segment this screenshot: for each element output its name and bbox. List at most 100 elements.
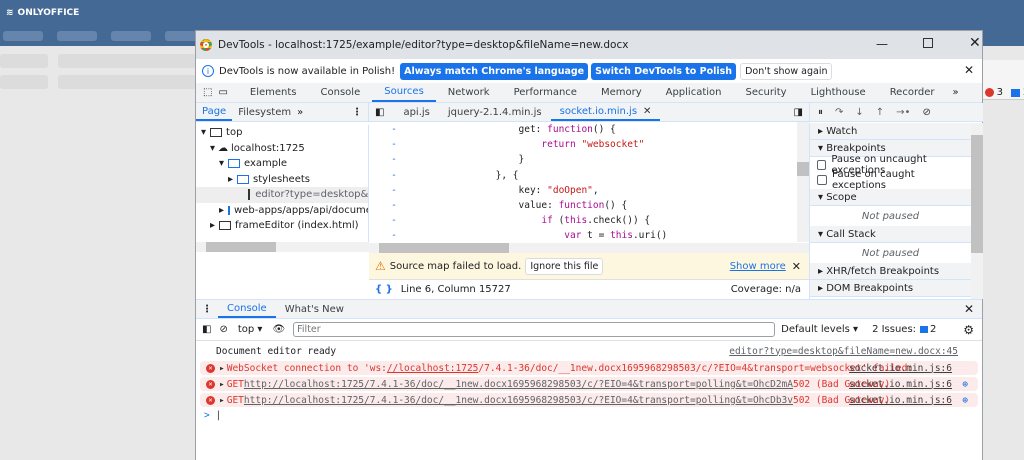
- network-request-icon[interactable]: ⊕: [962, 395, 968, 406]
- tab-memory[interactable]: Memory: [589, 83, 654, 102]
- line-marker[interactable]: -: [369, 139, 419, 154]
- line-marker[interactable]: -: [369, 200, 419, 215]
- dont-show-again-button[interactable]: Don't show again: [740, 62, 833, 80]
- line-marker[interactable]: -: [369, 215, 419, 230]
- dom-breakpoints-section[interactable]: ▸ DOM Breakpoints: [810, 280, 971, 297]
- code-editor[interactable]: ---------- get: function() { return "web…: [369, 122, 809, 253]
- step-into-icon[interactable]: ↓: [855, 107, 863, 118]
- more-icon[interactable]: »: [297, 107, 303, 118]
- console-error-entry[interactable]: ✕ ▸ GET http://localhost:1725/7.4.1-36/doc…: [200, 393, 978, 407]
- error-url-link[interactable]: http://localhost:1725/7.4.1-36/doc/__1ne…: [244, 379, 793, 390]
- console-settings-icon[interactable]: ⚙: [963, 323, 974, 337]
- tree-item-web-apps[interactable]: ▸ web-apps/apps/api/document: [196, 203, 368, 219]
- live-expression-icon[interactable]: 👁: [272, 324, 285, 335]
- tab-elements[interactable]: Elements: [238, 83, 309, 102]
- line-marker[interactable]: -: [369, 154, 419, 169]
- tree-item-top[interactable]: ▾ top: [196, 125, 368, 141]
- filter-input[interactable]: [293, 322, 776, 337]
- tab-recorder[interactable]: Recorder: [878, 83, 947, 102]
- clear-console-icon[interactable]: ⊘: [219, 324, 227, 335]
- title-bar: DevTools - localhost:1725/example/editor…: [196, 31, 982, 59]
- tree-item-stylesheets[interactable]: ▸ stylesheets: [196, 172, 368, 188]
- context-selector[interactable]: top ▾: [238, 324, 263, 335]
- step-icon[interactable]: →•: [896, 107, 910, 118]
- tree-item-localhost[interactable]: ▾ ☁ localhost:1725: [196, 141, 368, 157]
- issues-counter[interactable]: 2: [1011, 87, 1024, 98]
- navigator-menu-icon[interactable]: ⋮: [352, 107, 362, 118]
- drawer-menu-icon[interactable]: ⋮: [202, 304, 212, 315]
- debugger-scrollbar[interactable]: [971, 123, 983, 299]
- line-marker[interactable]: -: [369, 185, 419, 200]
- log-source-link[interactable]: editor?type=desktop&fileName=new.docx:45: [729, 346, 958, 357]
- tab-sources[interactable]: Sources: [372, 83, 436, 102]
- drawer-tab-whats-new[interactable]: What's New: [276, 300, 353, 318]
- navigator-hscroll[interactable]: [196, 242, 369, 252]
- horizontal-scrollbar[interactable]: [369, 243, 809, 253]
- drawer-tab-console[interactable]: Console: [218, 300, 276, 318]
- xhr-breakpoints-section[interactable]: ▸ XHR/fetch Breakpoints: [810, 263, 971, 280]
- minimize-icon[interactable]: —: [876, 37, 888, 51]
- close-drawer-icon[interactable]: ✕: [964, 302, 974, 316]
- network-request-icon[interactable]: ⊕: [962, 379, 968, 390]
- more-tabs-icon[interactable]: »: [953, 87, 959, 98]
- tab-filesystem[interactable]: Filesystem: [232, 103, 297, 121]
- editor-tab-jquery[interactable]: jquery-2.1.4.min.js: [439, 103, 551, 121]
- close-tab-icon[interactable]: ✕: [643, 106, 651, 117]
- close-warning-icon[interactable]: ✕: [792, 260, 801, 273]
- console-prompt[interactable]: > |: [196, 410, 982, 421]
- call-stack-section[interactable]: ▾ Call Stack: [810, 226, 971, 243]
- show-more-link[interactable]: Show more: [730, 261, 786, 272]
- console-error-entry[interactable]: ✕ ▸ GET http://localhost:1725/7.4.1-36/doc…: [200, 377, 978, 391]
- device-toolbar-icon[interactable]: ▭: [218, 87, 227, 98]
- close-infobar-icon[interactable]: ✕: [964, 63, 974, 77]
- error-url-link[interactable]: http://localhost:1725/7.4.1-36/doc/__1ne…: [244, 395, 793, 406]
- layers-icon: ≋: [6, 8, 14, 18]
- deactivate-breakpoints-icon[interactable]: ⊘: [922, 107, 930, 118]
- vertical-scrollbar[interactable]: [797, 122, 809, 242]
- toggle-navigator-icon[interactable]: ◧: [375, 107, 384, 118]
- step-over-icon[interactable]: ↷: [835, 107, 843, 118]
- tab-application[interactable]: Application: [654, 83, 734, 102]
- always-match-language-button[interactable]: Always match Chrome's language: [400, 62, 589, 80]
- step-out-icon[interactable]: ↑: [876, 107, 884, 118]
- warning-message: Source map failed to load.: [389, 260, 522, 272]
- watch-section[interactable]: ▸ Watch: [810, 123, 971, 140]
- expand-icon[interactable]: ▸: [219, 395, 225, 406]
- expand-icon[interactable]: ▸: [219, 363, 225, 374]
- maximize-icon[interactable]: [923, 38, 933, 48]
- error-counter[interactable]: 3: [984, 87, 1003, 98]
- tab-page[interactable]: Page: [196, 103, 233, 121]
- editor-tab-api[interactable]: api.js: [394, 103, 438, 121]
- error-source-link[interactable]: socket.io.min.js:6: [849, 363, 952, 374]
- console-error-entry[interactable]: ✕ ▸ WebSocket connection to 'ws://localhos…: [200, 361, 978, 375]
- tree-item-frameeditor[interactable]: ▸ frameEditor (index.html): [196, 218, 368, 234]
- tab-network[interactable]: Network: [436, 83, 502, 102]
- error-source-link[interactable]: socket.io.min.js:6: [849, 395, 952, 406]
- pause-icon[interactable]: ⏸: [818, 107, 823, 118]
- switch-to-polish-button[interactable]: Switch DevTools to Polish: [591, 62, 737, 80]
- expand-icon[interactable]: ▸: [219, 379, 225, 390]
- toggle-debugger-icon[interactable]: ◨: [794, 107, 803, 118]
- ignore-file-button[interactable]: Ignore this file: [525, 257, 604, 275]
- scope-section[interactable]: ▾ Scope: [810, 189, 971, 206]
- inspect-element-icon[interactable]: ⬚: [203, 87, 212, 98]
- error-url-link[interactable]: //localhost:1725: [387, 363, 479, 374]
- pause-caught-checkbox[interactable]: Pause on caught exceptions: [810, 169, 971, 191]
- tab-security[interactable]: Security: [733, 83, 798, 102]
- pretty-print-icon[interactable]: { }: [375, 284, 393, 295]
- close-icon[interactable]: ✕: [969, 35, 981, 51]
- tab-console[interactable]: Console: [309, 83, 373, 102]
- tab-performance[interactable]: Performance: [502, 83, 589, 102]
- editor-tab-socketio[interactable]: socket.io.min.js ✕: [550, 103, 661, 121]
- tree-item-example[interactable]: ▾ example: [196, 156, 368, 172]
- line-marker[interactable]: -: [369, 124, 419, 139]
- issues-button[interactable]: 2 Issues: 2: [872, 324, 936, 335]
- issues-icon: [920, 326, 929, 333]
- sidebar-toggle-icon[interactable]: ◧: [202, 324, 211, 335]
- tab-lighthouse[interactable]: Lighthouse: [799, 83, 878, 102]
- error-source-link[interactable]: socket.io.min.js:6: [849, 379, 952, 390]
- window-title: DevTools - localhost:1725/example/editor…: [218, 39, 629, 51]
- line-marker[interactable]: -: [369, 170, 419, 185]
- tree-item-editor[interactable]: editor?type=desktop&fileNa: [196, 187, 368, 203]
- log-levels-dropdown[interactable]: Default levels ▾: [781, 324, 858, 335]
